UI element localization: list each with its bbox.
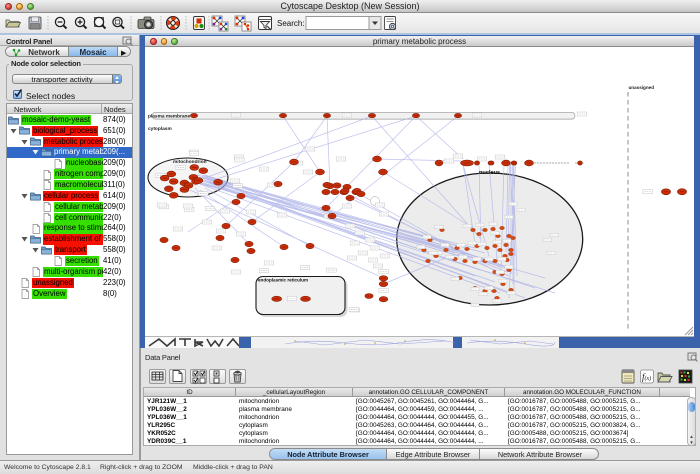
svg-text:cytoplasm: cytoplasm <box>148 126 172 132</box>
svg-text:plasma membrane: plasma membrane <box>148 113 190 119</box>
svg-text:unassigned: unassigned <box>629 85 655 90</box>
svg-text:endoplasmic reticulum: endoplasmic reticulum <box>258 277 308 282</box>
svg-text:mitochondrion: mitochondrion <box>173 159 207 165</box>
svg-text:Search:: Search: <box>277 19 305 28</box>
svg-text:nucleus: nucleus <box>479 170 500 176</box>
